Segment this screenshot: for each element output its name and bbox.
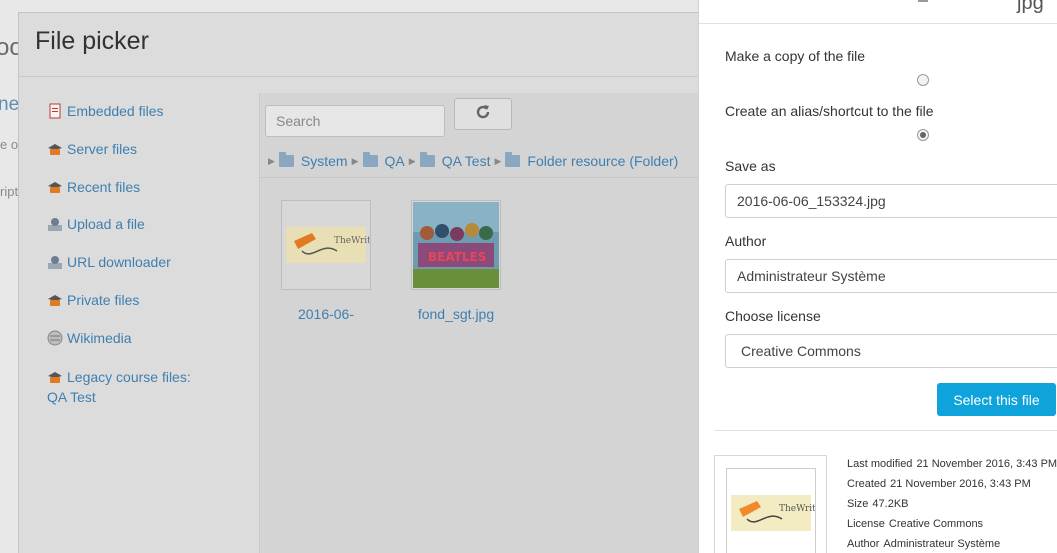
logo-thumbnail-image: TheWrite	[286, 227, 376, 263]
copy-option-radio[interactable]	[917, 74, 929, 86]
folder-icon	[278, 152, 294, 167]
copy-option-label: Make a copy of the file	[725, 48, 866, 64]
sidebar-item-label: Legacy course files:	[67, 369, 191, 385]
breadcrumb-item[interactable]: System	[301, 153, 348, 169]
file-picker-dialog: File picker Embedded files Server files …	[18, 12, 718, 553]
bg-fragment: ne	[0, 94, 20, 115]
author-label: Author	[725, 233, 767, 249]
sidebar-item-legacy-label2[interactable]: QA Test	[47, 387, 96, 407]
sidebar-item-recent-files[interactable]: Recent files	[47, 177, 140, 197]
refresh-icon	[474, 103, 492, 126]
alias-option-radio[interactable]	[917, 129, 929, 141]
file-item[interactable]: BEATLES fond_sgt.jpg	[410, 200, 502, 324]
url-download-icon	[47, 254, 63, 270]
file-preview: TheWrite	[714, 455, 827, 553]
divider	[699, 23, 1057, 24]
moodle-server-icon	[47, 141, 63, 157]
breadcrumb-item[interactable]: QA	[385, 153, 405, 169]
save-as-label: Save as	[725, 158, 776, 174]
select-file-button[interactable]: Select this file	[937, 383, 1056, 416]
meta-last-modified: Last modified 21 November 2016, 3:43 PM	[847, 458, 1057, 470]
caret-right-icon: ▶	[351, 155, 359, 166]
sidebar-item-label: Private files	[67, 292, 140, 308]
embedded-file-icon	[47, 103, 63, 119]
meta-license: License Creative Commons	[847, 518, 984, 530]
dialog-title: File picker	[35, 27, 149, 55]
sidebar-item-label: QA Test	[47, 389, 96, 405]
minimize-icon	[918, 0, 928, 2]
meta-size: Size 47.2KB	[847, 498, 909, 510]
bg-fragment: ript	[0, 184, 19, 199]
breadcrumb-item[interactable]: Folder resource (Folder)	[527, 153, 678, 169]
svg-text:TheWrite: TheWrite	[779, 504, 815, 514]
sidebar-item-server-files[interactable]: Server files	[47, 139, 137, 159]
file-browser-pane: Search ▶ System ▶ QA ▶ QA Test ▶ Folder …	[259, 93, 717, 553]
sidebar-item-legacy-course-files[interactable]: Legacy course files:	[47, 367, 191, 387]
divider	[714, 430, 1057, 431]
album-thumbnail-image: BEATLES	[413, 202, 499, 288]
sidebar-item-label: Upload a file	[67, 216, 145, 232]
file-name: 2016-06-	[297, 306, 355, 322]
alias-option-label: Create an alias/shortcut to the file	[725, 103, 934, 119]
preview-thumbnail: TheWrite	[726, 468, 821, 553]
moodle-legacy-icon	[47, 369, 63, 385]
refresh-button[interactable]	[454, 98, 512, 130]
caret-right-icon: ▶	[408, 155, 416, 166]
wikimedia-icon	[47, 330, 63, 346]
sidebar-item-label: Embedded files	[67, 103, 164, 119]
meta-author: Author Administrateur Système	[847, 538, 1001, 550]
search-input[interactable]: Search	[265, 105, 445, 137]
sidebar-item-label: Recent files	[67, 179, 141, 195]
author-input[interactable]: Administrateur Système	[725, 259, 1057, 293]
moodle-private-icon	[47, 292, 63, 308]
folder-icon	[362, 152, 378, 167]
save-as-input[interactable]: 2016-06-06_153324.jpg	[725, 184, 1057, 218]
sidebar-item-label: Server files	[67, 141, 138, 157]
bg-fragment: e o	[0, 137, 19, 152]
sidebar-item-private-files[interactable]: Private files	[47, 290, 139, 310]
caret-right-icon: ▶	[268, 155, 275, 166]
sidebar-item-url-downloader[interactable]: URL downloader	[47, 252, 171, 272]
caret-right-icon: ▶	[494, 155, 502, 166]
file-item[interactable]: TheWrite 2016-06-	[280, 200, 376, 324]
svg-text:BEATLES: BEATLES	[428, 250, 486, 264]
sidebar-item-label: Wikimedia	[67, 330, 132, 346]
file-metadata: Last modified 21 November 2016, 3:43 PM C…	[847, 454, 1057, 553]
sidebar-item-embedded-files[interactable]: Embedded files	[47, 101, 164, 121]
panel-title-fragment: jpg	[1017, 0, 1044, 14]
sidebar-item-label: URL downloader	[67, 254, 171, 270]
breadcrumb-item[interactable]: QA Test	[442, 153, 491, 169]
logo-preview-image: TheWrite	[731, 495, 821, 531]
file-name: fond_sgt.jpg	[417, 306, 495, 322]
divider	[260, 177, 717, 178]
folder-icon	[505, 152, 521, 167]
svg-text:TheWrite: TheWrite	[334, 236, 370, 246]
select-file-panel: jpg Make a copy of the file Create an al…	[698, 0, 1057, 553]
moodle-recent-icon	[47, 179, 63, 195]
folder-icon	[419, 152, 435, 167]
sidebar-item-upload[interactable]: Upload a file	[47, 214, 145, 234]
repository-sidebar: Embedded files Server files Recent files…	[19, 77, 259, 553]
license-select[interactable]: Creative Commons	[725, 334, 1057, 368]
meta-created: Created 21 November 2016, 3:43 PM	[847, 478, 1031, 490]
file-thumbnail: TheWrite	[281, 200, 376, 290]
sidebar-item-wikimedia[interactable]: Wikimedia	[47, 328, 132, 348]
breadcrumb: ▶ System ▶ QA ▶ QA Test ▶ Folder resourc…	[268, 152, 678, 169]
license-label: Choose license	[725, 308, 821, 324]
upload-icon	[47, 216, 63, 232]
file-thumbnail: BEATLES	[411, 200, 501, 290]
